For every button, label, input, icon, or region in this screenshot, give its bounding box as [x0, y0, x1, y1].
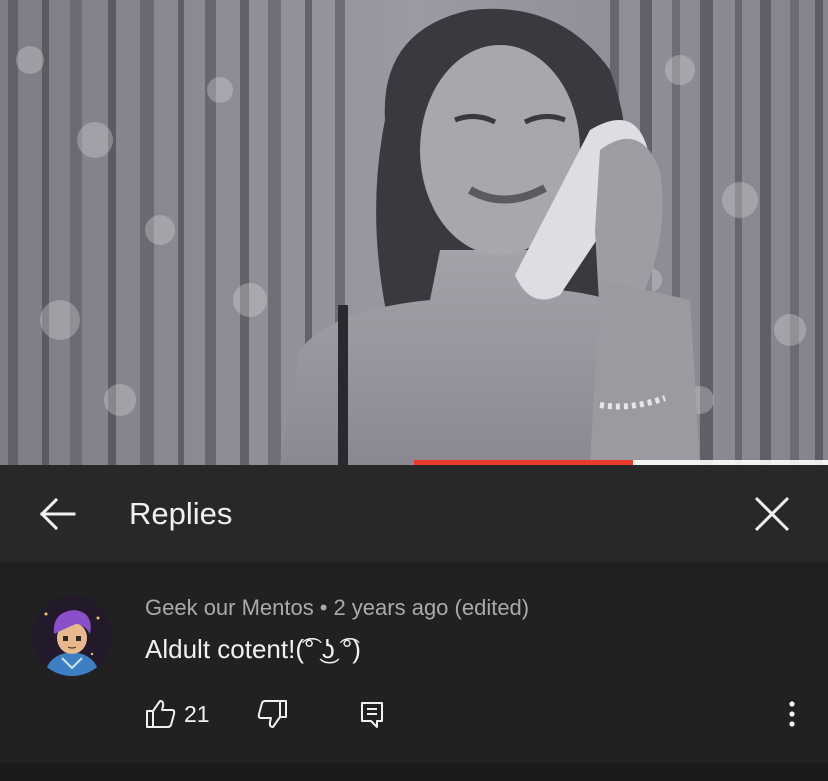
- more-vertical-icon: [789, 701, 795, 727]
- back-button[interactable]: [34, 490, 82, 538]
- avatar-image: [32, 596, 112, 676]
- more-actions-button[interactable]: [778, 697, 806, 731]
- arrow-left-icon: [39, 497, 76, 531]
- comment-time: 2 years ago (edited): [333, 595, 530, 620]
- like-button[interactable]: [144, 697, 178, 731]
- thumbs-up-icon: [146, 700, 176, 728]
- author-name[interactable]: Geek our Mentos: [145, 595, 314, 620]
- close-button[interactable]: [748, 490, 796, 538]
- page-title: Replies: [129, 496, 233, 531]
- thumbs-down-icon: [257, 700, 287, 728]
- like-count: 21: [184, 701, 210, 727]
- video-frame: [0, 0, 828, 465]
- dislike-button[interactable]: [255, 697, 289, 731]
- replies-header: [0, 465, 828, 562]
- video-player[interactable]: [0, 0, 828, 465]
- comment-thread: [0, 562, 828, 763]
- avatar[interactable]: [32, 596, 112, 676]
- comment-meta: Geek our Mentos • 2 years ago (edited): [145, 594, 529, 622]
- reply-button[interactable]: [356, 697, 390, 731]
- next-reply-edge: [0, 763, 828, 781]
- comment-text: Aldult cotent!(͡° ͜ʖ ͡°): [145, 634, 361, 664]
- meta-separator: •: [319, 595, 328, 620]
- reply-icon: [361, 702, 383, 728]
- close-icon: [754, 496, 790, 532]
